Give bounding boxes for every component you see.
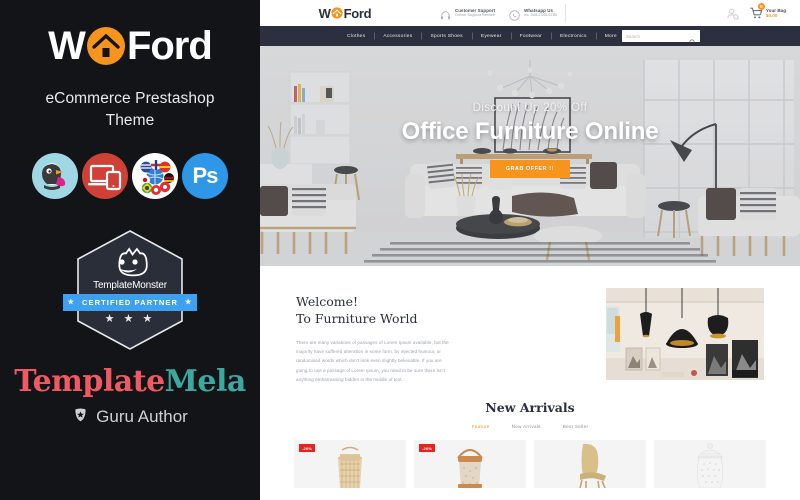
site-logo-ford: Ford (343, 5, 372, 21)
welcome-section: Welcome! To Furniture World There are ma… (260, 266, 800, 385)
promo-logo: W Ford (0, 26, 260, 66)
prestashop-icon (32, 152, 78, 199)
template-mela-wordmark: TemplateMela (14, 363, 247, 399)
headphones-icon (440, 8, 451, 19)
badge-stars: ★ ★ ★ (104, 312, 156, 325)
promo-subtitle: eCommerce Prestashop Theme (0, 88, 260, 133)
welcome-title-line2: To Furniture World (296, 310, 418, 326)
whatsapp-subtitle: no. 000-2345-6789 (524, 12, 558, 18)
customer-support-subtitle: Online Support Service (455, 12, 496, 18)
welcome-title-line1: Welcome! (296, 294, 359, 309)
ribbon-star-right: ★ (185, 299, 193, 307)
promo-subtitle-line1: eCommerce Prestashop (45, 90, 215, 107)
tab-feature[interactable]: Feature (472, 424, 490, 429)
product-card[interactable]: -20% (414, 440, 526, 489)
new-arrivals-title: New Arrivals (485, 400, 575, 416)
ribbon-star-left: ★ (67, 299, 75, 307)
promo-panel: W Ford eCommerce Prestashop Theme Ps Tem… (0, 0, 260, 500)
promo-logo-w: W (48, 24, 86, 68)
hero-copy: Discount Up 20% Off Office Furniture Onl… (260, 102, 800, 178)
discount-badge: -20% (299, 444, 316, 453)
site-header: W Ford Customer Support Online Support S… (260, 0, 800, 26)
photoshop-icon: Ps (182, 152, 228, 199)
search-input[interactable]: Search (622, 30, 700, 46)
promo-logo-ford: Ford (126, 24, 213, 68)
header-divider (565, 4, 567, 22)
arrivals-tab-list: Feature New Arrivals Best Seller (260, 424, 800, 429)
grab-offer-button[interactable]: GRAB OFFER !! (489, 160, 571, 178)
guru-shield-icon (72, 406, 89, 428)
multilanguage-flags-icon (132, 152, 178, 199)
customer-support-info[interactable]: Customer Support Online Support Service (440, 8, 495, 19)
site-preview: W Ford Customer Support Online Support S… (260, 0, 800, 500)
wordmark-mela: Mela (164, 363, 247, 399)
product-card[interactable]: -20% (294, 440, 406, 489)
guru-author-row: Guru Author (72, 406, 188, 428)
main-navigation: Clothes Accessories Sports Shoes Eyewear… (260, 26, 800, 46)
white-ceramic-jar-image (670, 440, 750, 489)
photoshop-label: Ps (192, 162, 219, 188)
nav-item-list: Clothes Accessories Sports Shoes Eyewear… (338, 34, 626, 39)
header-info-group: Customer Support Online Support Service … (440, 8, 557, 21)
nav-item-accessories[interactable]: Accessories (374, 34, 421, 39)
promo-subtitle-line2: Theme (105, 112, 155, 130)
site-logo[interactable]: W Ford (260, 6, 430, 21)
product-grid: -20% -20% (260, 440, 800, 489)
template-monster-badge: TemplateMonster ★ CERTIFIED PARTNER ★ ★ … (0, 227, 260, 428)
house-icon (331, 7, 343, 19)
wooden-chair-image (550, 440, 630, 489)
cart-count-badge: 0 (757, 3, 765, 10)
header-actions: 0 Your Bag $0.00 (726, 3, 786, 20)
cart-text: Your Bag $0.00 (766, 8, 786, 18)
badge-brand-name: TemplateMonster (93, 279, 167, 291)
search-placeholder: Search (626, 33, 640, 39)
site-logo-w: W (318, 5, 331, 21)
product-card[interactable] (654, 440, 766, 489)
certified-partner-ribbon: ★ CERTIFIED PARTNER ★ (63, 293, 197, 311)
hero-headline: Office Furniture Online (401, 118, 659, 145)
responsive-devices-icon (82, 152, 128, 199)
search-icon[interactable] (689, 33, 696, 46)
hero-eyebrow: Discount Up 20% Off (472, 102, 588, 114)
wordmark-template: Template (14, 363, 165, 399)
tab-new-arrivals[interactable]: New Arrivals (512, 424, 541, 429)
screenshot-root: W Ford eCommerce Prestashop Theme Ps Tem… (0, 0, 800, 500)
new-arrivals-section: New Arrivals Feature New Arrivals Best S… (260, 384, 800, 489)
guru-author-label: Guru Author (96, 406, 188, 426)
whatsapp-text: Whatsapp Us no. 000-2345-6789 (524, 8, 557, 18)
cart-total: $0.00 (765, 13, 778, 18)
cart-button[interactable]: 0 Your Bag $0.00 (749, 3, 786, 20)
nav-item-footwear[interactable]: Footwear (511, 34, 551, 39)
whatsapp-info[interactable]: Whatsapp Us no. 000-2345-6789 (509, 8, 557, 21)
welcome-image (606, 288, 764, 380)
nav-item-eyewear[interactable]: Eyewear (472, 34, 511, 39)
tab-best-seller[interactable]: Best Seller (563, 424, 589, 429)
nav-item-clothes[interactable]: Clothes (338, 34, 374, 39)
product-card[interactable] (534, 440, 646, 489)
shopping-cart-icon: 0 (749, 3, 765, 20)
user-account-icon[interactable] (726, 7, 739, 20)
welcome-body: There are many variations of passages of… (296, 340, 449, 382)
welcome-title: Welcome! To Furniture World (296, 294, 584, 327)
discount-badge: -20% (419, 444, 436, 453)
ribbon-label: CERTIFIED PARTNER (81, 297, 179, 307)
hero-banner: Discount Up 20% Off Office Furniture Onl… (260, 46, 800, 266)
customer-support-text: Customer Support Online Support Service (455, 8, 495, 18)
hex-badge-shape: TemplateMonster ★ CERTIFIED PARTNER ★ ★ … (63, 227, 197, 353)
welcome-text-block: Welcome! To Furniture World There are ma… (296, 288, 584, 384)
feature-icon-row: Ps (0, 152, 260, 199)
whatsapp-icon (509, 8, 520, 21)
house-icon (86, 26, 126, 66)
nav-item-sports-shoes[interactable]: Sports Shoes (421, 34, 471, 39)
nav-item-electronics[interactable]: Electronics (551, 34, 596, 39)
